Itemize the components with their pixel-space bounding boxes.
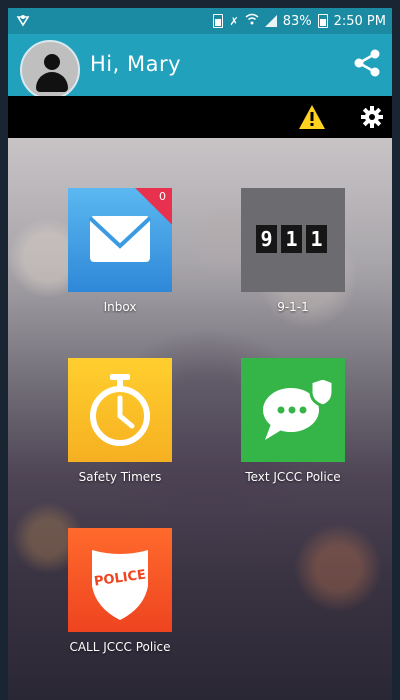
- battery-percent: 83%: [282, 13, 312, 29]
- inbox-tile[interactable]: 0: [68, 188, 172, 292]
- digit-1: 1: [281, 225, 302, 253]
- status-bar: ✗ 83% 2:50 PM: [8, 8, 392, 34]
- inbox-label: Inbox: [103, 300, 137, 314]
- wifi-icon: [245, 13, 259, 29]
- battery-small-icon: [213, 14, 224, 28]
- digit-1-second: 1: [306, 225, 327, 253]
- toolbar: [8, 96, 392, 138]
- safety-timers-label: Safety Timers: [78, 470, 162, 484]
- share-icon[interactable]: [352, 48, 382, 78]
- signal-icon: [264, 15, 277, 27]
- digit-9: 9: [256, 225, 277, 253]
- 911-digits-icon: 9 1 1: [256, 225, 327, 253]
- alarm-icon: [16, 13, 30, 31]
- safety-timers-tile[interactable]: [68, 358, 172, 462]
- call-911-label: 9-1-1: [277, 300, 309, 314]
- call-police-label: CALL JCCC Police: [69, 640, 171, 654]
- police-badge-icon: POLICE: [92, 550, 148, 620]
- call-911-tile[interactable]: 9 1 1: [241, 188, 345, 292]
- chat-shield-icon: [263, 376, 335, 440]
- battery-icon: [317, 14, 328, 28]
- person-icon: [44, 54, 60, 70]
- call-police-tile[interactable]: POLICE: [68, 528, 172, 632]
- warning-icon[interactable]: [298, 104, 326, 130]
- avatar[interactable]: [20, 40, 80, 100]
- app-screen: ✗ 83% 2:50 PM Hi, Mary 0 Inbox 9 1 1 9-1…: [8, 8, 392, 700]
- unread-count: 0: [159, 190, 166, 203]
- app-header: Hi, Mary: [8, 34, 392, 100]
- gear-icon[interactable]: [360, 105, 384, 129]
- text-police-label: Text JCCC Police: [245, 470, 341, 484]
- text-police-tile[interactable]: [241, 358, 345, 462]
- greeting: Hi, Mary: [90, 52, 182, 76]
- stopwatch-icon: [90, 374, 150, 446]
- mute-icon: ✗: [229, 14, 239, 28]
- clock: 2:50 PM: [333, 13, 386, 29]
